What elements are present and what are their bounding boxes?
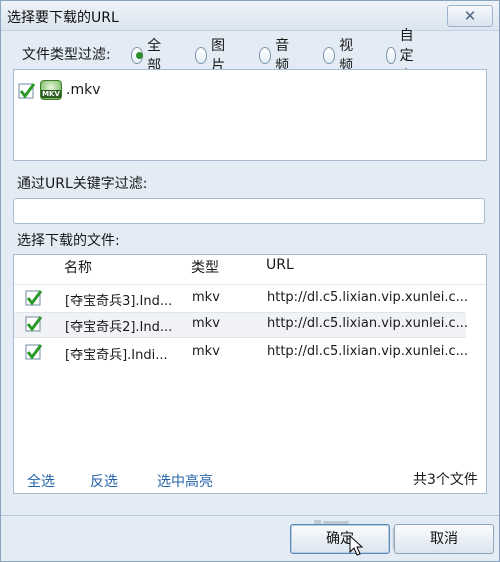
radio-audio[interactable]: 音频 [259, 38, 294, 74]
radio-unselected-icon [323, 46, 336, 64]
invert-selection-link[interactable]: 反选 [90, 471, 118, 491]
checkbox-checked-icon[interactable] [18, 82, 36, 99]
file-type-name: .mkv [66, 82, 101, 98]
table-row[interactable]: [夺宝奇兵].Indi... mkv http://dl.c5.lixian.v… [14, 340, 468, 366]
radio-custom[interactable]: 自定义 [386, 28, 421, 84]
mkv-file-icon: MKV [40, 80, 62, 100]
row-url: http://dl.c5.lixian.vip.xunlei.c... [267, 344, 468, 359]
row-name: [夺宝奇兵].Indi... [65, 348, 168, 363]
radio-video[interactable]: 视频 [323, 38, 358, 74]
file-type-item-mkv[interactable]: MKV .mkv [18, 80, 138, 104]
checkbox-checked-icon[interactable] [25, 343, 43, 360]
radio-all[interactable]: 全部 [131, 38, 166, 74]
radio-unselected-icon [195, 46, 208, 64]
row-type: mkv [192, 344, 220, 359]
radio-selected-icon [131, 46, 144, 64]
url-download-dialog: 选择要下载的URL ✕ 文件类型过滤: 全部 图片 音频 视频 自定义 [0, 0, 500, 562]
header-divider [14, 284, 486, 285]
radio-image[interactable]: 图片 [195, 38, 230, 74]
select-all-link[interactable]: 全选 [27, 471, 55, 491]
file-count: 共3个文件 [413, 472, 478, 488]
file-type-list: MKV .mkv [13, 69, 487, 161]
row-url: http://dl.c5.lixian.vip.xunlei.c... [267, 290, 468, 305]
radio-unselected-icon [386, 46, 396, 64]
column-header-type[interactable]: 类型 [191, 257, 219, 277]
title-bar: 选择要下载的URL ✕ [1, 1, 499, 31]
column-header-url[interactable]: URL [266, 257, 294, 273]
column-header-name[interactable]: 名称 [64, 257, 92, 277]
row-name: [夺宝奇兵2].Ind... [65, 320, 173, 335]
keyword-filter-input[interactable] [13, 198, 485, 224]
close-icon: ✕ [463, 7, 477, 25]
radio-unselected-icon [259, 46, 272, 64]
checkbox-checked-icon[interactable] [25, 315, 43, 332]
row-url: http://dl.c5.lixian.vip.xunlei.c... [267, 316, 468, 331]
table-row[interactable]: [夺宝奇兵2].Ind... mkv http://dl.c5.lixian.v… [14, 312, 468, 338]
row-type: mkv [192, 316, 220, 331]
dialog-title: 选择要下载的URL [7, 10, 119, 26]
keyword-filter-label: 通过URL关键字过滤: [17, 176, 148, 192]
select-highlighted-link[interactable]: 选中高亮 [157, 471, 213, 491]
mouse-cursor-icon [349, 535, 363, 556]
row-name: [夺宝奇兵3].Ind... [65, 294, 173, 309]
table-row[interactable]: [夺宝奇兵3].Ind... mkv http://dl.c5.lixian.v… [14, 286, 468, 312]
row-type: mkv [192, 290, 220, 305]
cancel-button[interactable]: 取消 [394, 524, 494, 554]
checkbox-checked-icon[interactable] [25, 289, 43, 306]
file-list-label: 选择下载的文件: [17, 233, 120, 249]
close-button[interactable]: ✕ [447, 5, 493, 27]
ok-button[interactable]: 确定 [290, 524, 390, 554]
file-type-filter-label: 文件类型过滤: [22, 47, 111, 63]
